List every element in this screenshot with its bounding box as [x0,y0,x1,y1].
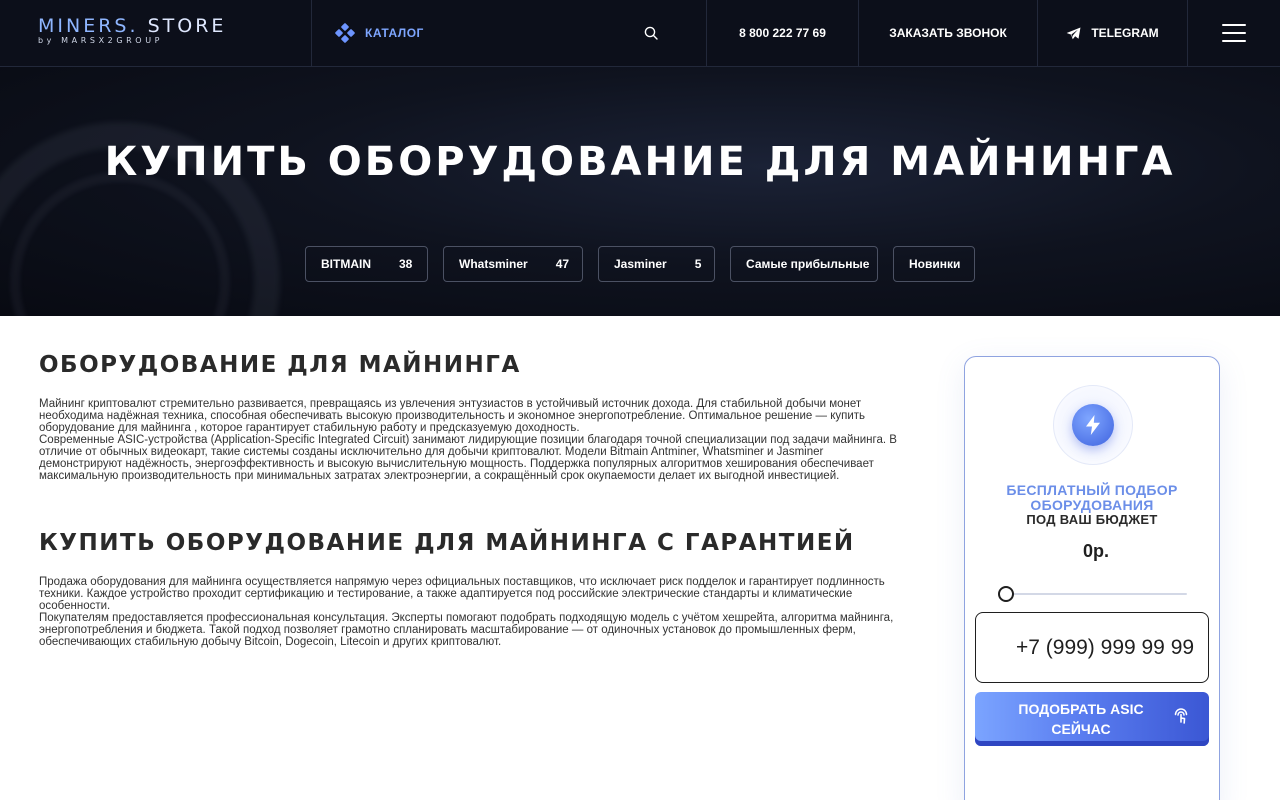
seo-content: ОБОРУДОВАНИЕ ДЛЯ МАЙНИНГА Майнинг крипто… [39,352,909,648]
search-icon[interactable] [644,26,658,40]
callback-button[interactable]: ЗАКАЗАТЬ ЗВОНОК [859,0,1038,66]
chip-jasminer[interactable]: Jasminer 5 [598,246,715,282]
chip-count: 5 [694,257,702,271]
phone-link[interactable]: 8 800 222 77 69 [707,0,859,66]
hero-banner: КУПИТЬ ОБОРУДОВАНИЕ ДЛЯ МАЙНИНГА BITMAIN… [0,67,1280,316]
menu-button[interactable] [1188,0,1280,66]
logo-wordmark: MINERS. STORE [38,15,227,37]
telegram-label: TELEGRAM [1091,26,1159,40]
section-paragraph: Покупателям предоставляется профессионал… [39,612,894,648]
section-title: КУПИТЬ ОБОРУДОВАНИЕ ДЛЯ МАЙНИНГА С ГАРАН… [39,530,855,556]
chip-most-profitable[interactable]: Самые прибыльные [730,246,878,282]
budget-value: 0р. [1082,541,1109,561]
paper-plane-icon [1066,27,1081,39]
chip-whatsminer[interactable]: Whatsminer 47 [443,246,583,282]
page-title: КУПИТЬ ОБОРУДОВАНИЕ ДЛЯ МАЙНИНГА [104,139,1176,185]
telegram-link[interactable]: TELEGRAM [1038,0,1188,66]
chip-count: 47 [555,257,570,271]
section-paragraph: Майнинг криптовалют стремительно развива… [39,398,866,434]
site-header: MINERS. STORE by MARSX2GROUP КАТАЛОГ 8 8… [0,0,1280,67]
catalog-area: КАТАЛОГ [312,0,707,66]
lightning-icon [1072,404,1114,446]
bolt-badge [1053,385,1133,465]
budget-slider-track[interactable] [1007,593,1187,595]
diamond-grid-icon[interactable] [334,22,356,44]
phone-input[interactable] [975,612,1209,683]
section-paragraph: Современные ASIC-устройства (Application… [39,434,897,482]
section-title: ОБОРУДОВАНИЕ ДЛЯ МАЙНИНГА [39,352,521,378]
tap-icon [1174,708,1188,724]
chip-count: 38 [399,257,413,271]
budget-slider-thumb[interactable] [998,586,1014,602]
equipment-selection-card: БЕСПЛАТНЫЙ ПОДБОР ОБОРУДОВАНИЯ ПОД ВАШ Б… [964,356,1220,800]
card-subtitle: ПОД ВАШ БЮДЖЕТ [1026,512,1158,527]
catalog-button[interactable]: КАТАЛОГ [365,26,424,40]
logo[interactable]: MINERS. STORE by MARSX2GROUP [0,0,312,66]
filter-chips: BITMAIN 38 Whatsminer 47 Jasminer 5 Самые п… [0,246,1280,282]
chip-new[interactable]: Новинки [893,246,975,282]
section-paragraph: Продажа оборудования для майнинга осущес… [39,576,885,612]
burger-icon [1222,24,1246,42]
card-title: БЕСПЛАТНЫЙ ПОДБОР ОБОРУДОВАНИЯ [1006,482,1178,513]
chip-bitmain[interactable]: BITMAIN 38 [305,246,428,282]
select-asic-button[interactable]: ПОДОБРАТЬ ASIC СЕЙЧАС [975,692,1209,746]
logo-tagline: by MARSX2GROUP [38,36,164,45]
